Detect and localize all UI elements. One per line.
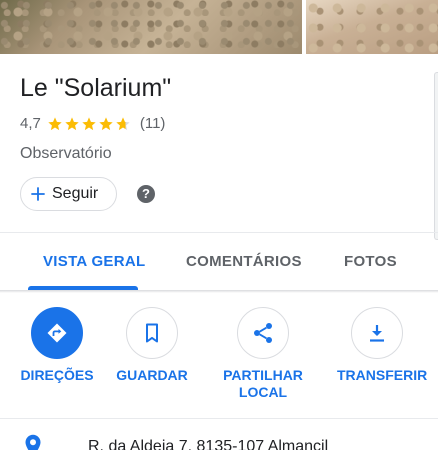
- download-label: TRANSFERIR: [337, 367, 428, 383]
- tab-reviews[interactable]: COMENTÁRIOS: [186, 253, 302, 270]
- plus-icon: [31, 187, 45, 201]
- follow-button[interactable]: Seguir: [20, 177, 117, 211]
- tab-bar-shadow: [0, 290, 438, 293]
- bookmark-icon: [146, 323, 158, 343]
- share-label: PARTILHAR LOCAL: [223, 367, 303, 400]
- rating-row[interactable]: 4,7 (11): [20, 115, 165, 132]
- photo-strip[interactable]: [0, 0, 438, 54]
- share-icon-circle[interactable]: [237, 307, 289, 359]
- tab-overview[interactable]: VISTA GERAL: [43, 253, 145, 270]
- save-label: GUARDAR: [116, 367, 188, 383]
- save-button[interactable]: GUARDAR: [112, 307, 192, 384]
- tab-photos[interactable]: FOTOS: [344, 253, 397, 270]
- place-title: Le "Solarium": [20, 74, 172, 102]
- location-pin-icon: [25, 434, 41, 450]
- place-category: Observatório: [20, 145, 112, 162]
- directions-label: DIREÇÕES: [20, 367, 94, 383]
- place-photo-secondary[interactable]: [306, 0, 438, 54]
- star-rating: [47, 116, 132, 132]
- directions-icon: [47, 323, 67, 343]
- star-icon: [65, 116, 79, 130]
- scroll-indicator[interactable]: [434, 72, 438, 240]
- download-icon-circle[interactable]: [351, 307, 403, 359]
- address-row[interactable]: R. da Aldeia 7, 8135-107 Almancil: [0, 434, 438, 450]
- tab-bar: VISTA GERAL COMENTÁRIOS FOTOS: [0, 233, 438, 291]
- place-photo-main[interactable]: [0, 0, 302, 54]
- follow-label: Seguir: [52, 185, 99, 202]
- directions-button[interactable]: DIREÇÕES: [17, 307, 97, 384]
- download-icon: [370, 325, 384, 342]
- download-button[interactable]: TRANSFERIR: [337, 307, 428, 384]
- share-icon: [254, 323, 272, 343]
- directions-icon-circle[interactable]: [31, 307, 83, 359]
- star-icon: [99, 116, 113, 130]
- reviews-count: (11): [139, 115, 166, 132]
- star-half-icon: [116, 116, 130, 130]
- rating-value: 4,7: [20, 115, 41, 132]
- star-icon: [48, 116, 62, 130]
- help-icon[interactable]: ?: [137, 185, 155, 203]
- share-button[interactable]: PARTILHAR LOCAL: [223, 307, 303, 401]
- divider: [0, 418, 438, 419]
- star-icon: [82, 116, 96, 130]
- save-icon-circle[interactable]: [126, 307, 178, 359]
- address-text: R. da Aldeia 7, 8135-107 Almancil: [88, 438, 329, 450]
